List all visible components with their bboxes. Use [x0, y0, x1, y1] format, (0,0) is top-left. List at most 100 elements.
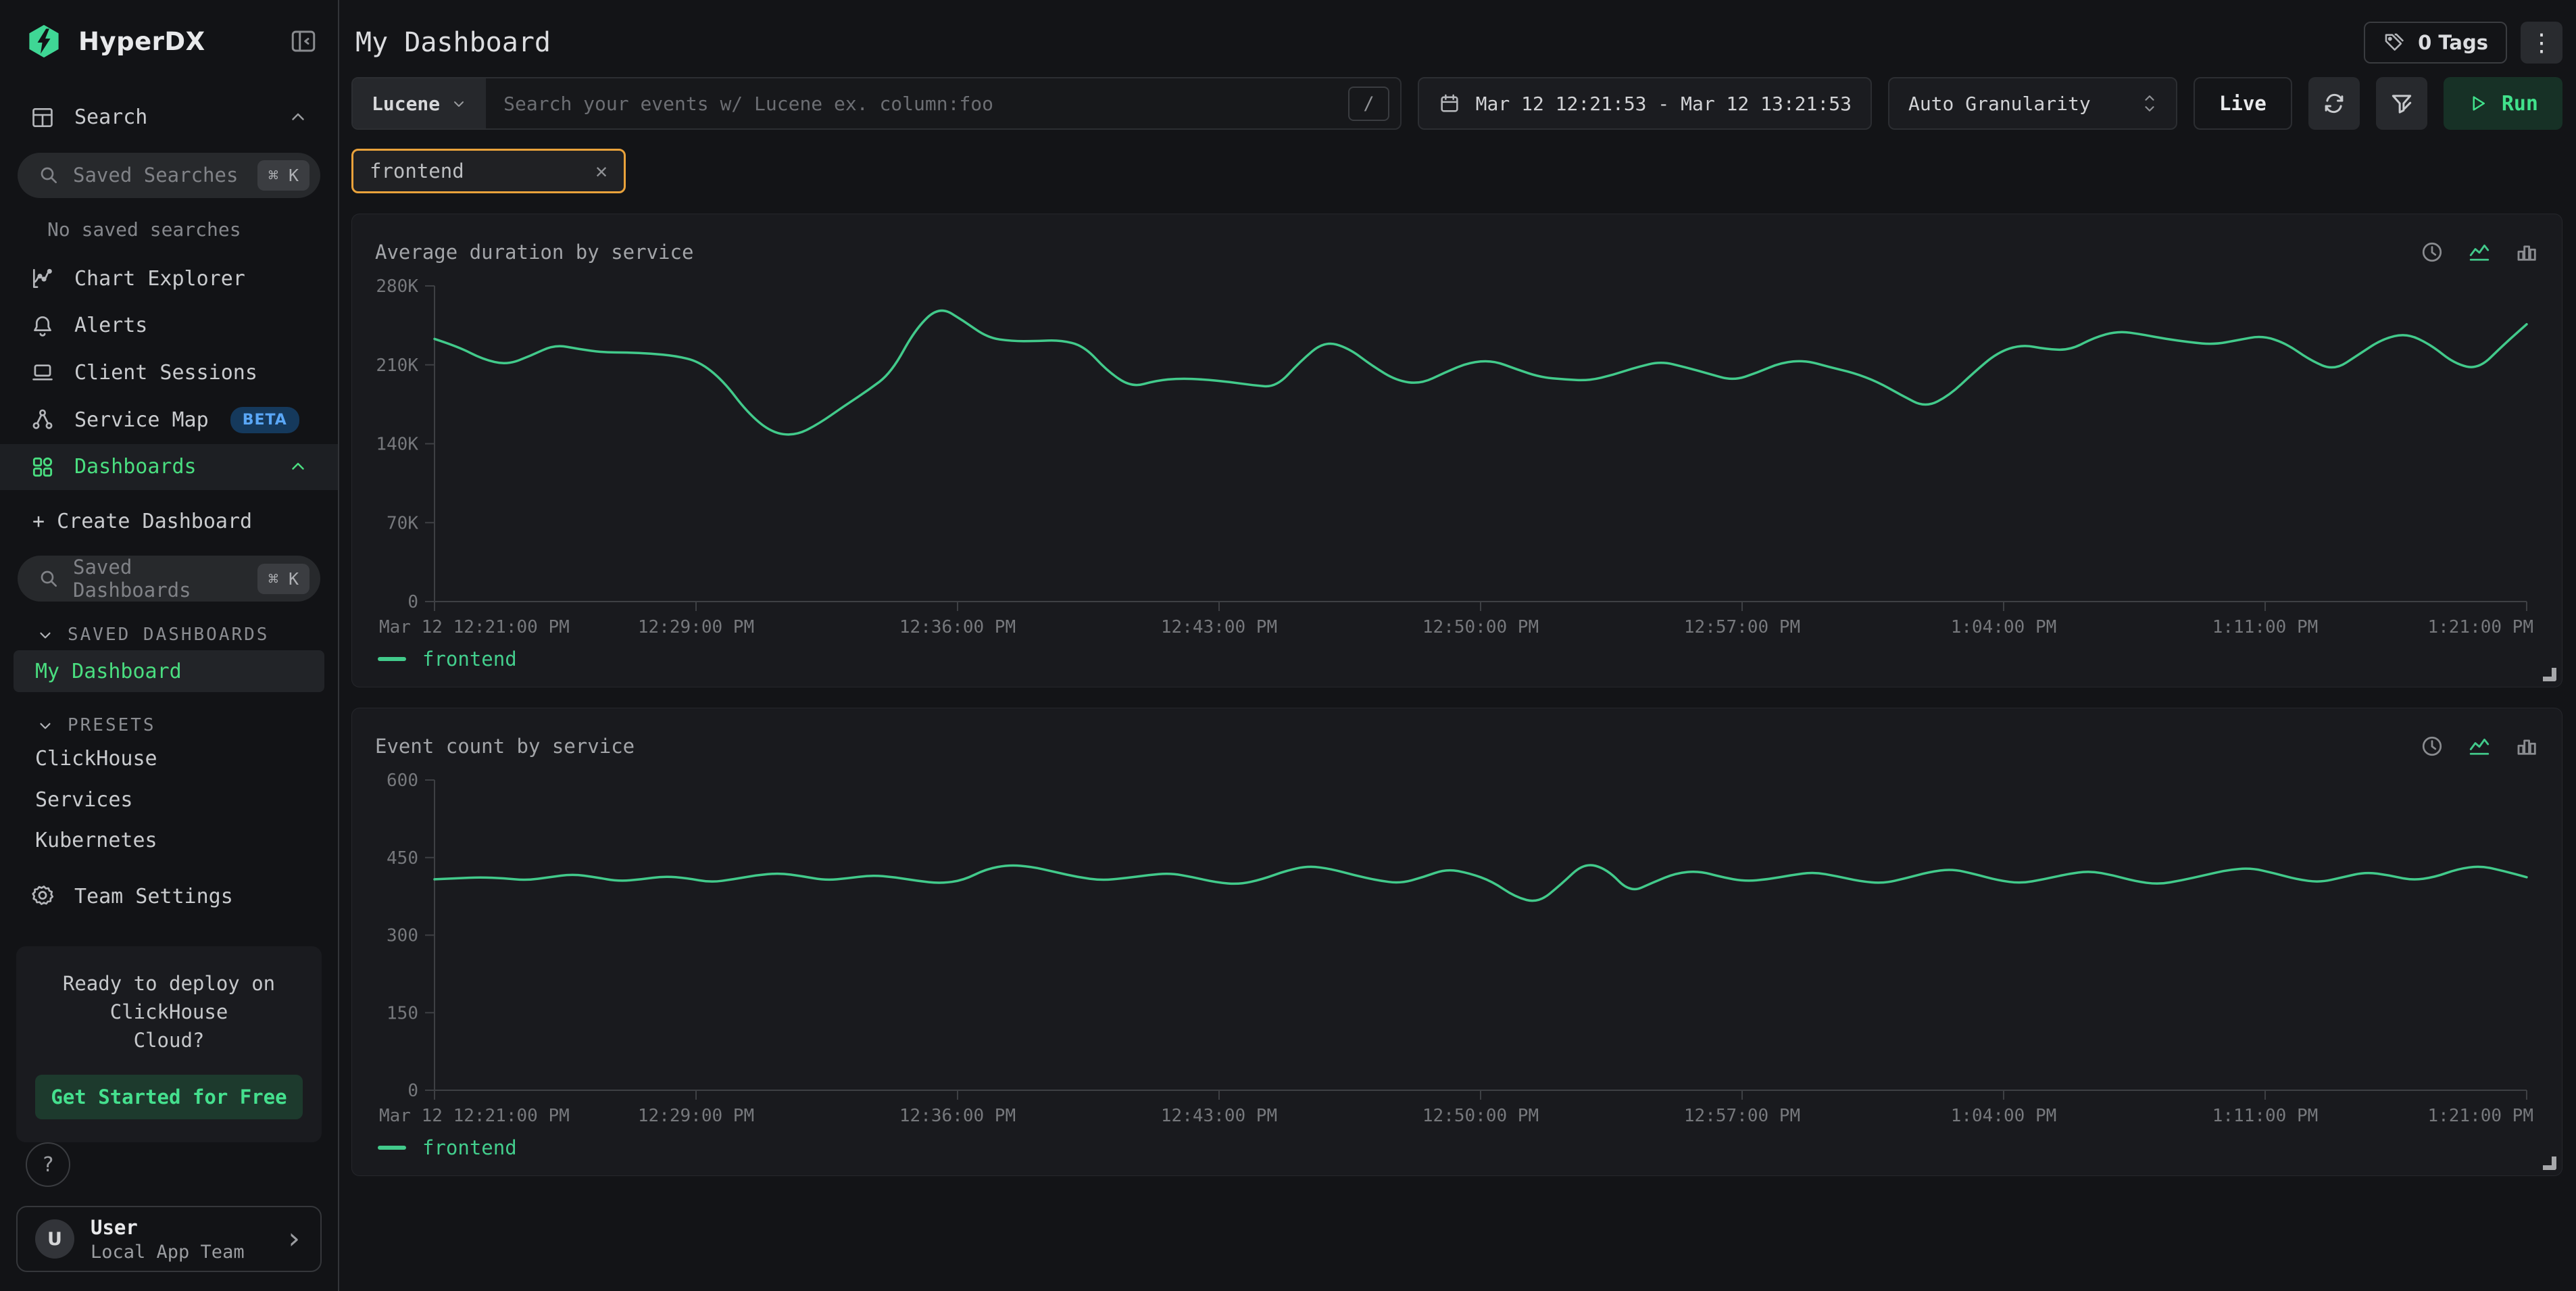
search-input[interactable] [486, 93, 1348, 115]
line-chart-icon[interactable] [2467, 734, 2492, 758]
sidebar-item-my-dashboard[interactable]: My Dashboard [14, 650, 324, 692]
line-chart[interactable]: 0150300450600Mar 12 12:21:00 PM12:29:00 … [375, 765, 2539, 1129]
event-search-bar[interactable]: Lucene / [351, 77, 1402, 130]
card-resize-handle[interactable] [2543, 1156, 2556, 1170]
tags-button[interactable]: 0 Tags [2364, 22, 2507, 64]
filter-button[interactable] [2376, 77, 2427, 130]
sidebar-item-service-map[interactable]: Service Map BETA [0, 397, 338, 443]
legend-series-label[interactable]: frontend [422, 648, 517, 671]
tags-button-label: 0 Tags [2418, 31, 2488, 54]
user-team: Local App Team [91, 1242, 269, 1263]
chevron-up-icon[interactable] [288, 457, 308, 477]
svg-text:0: 0 [407, 1081, 418, 1101]
legend-series-label[interactable]: frontend [422, 1136, 517, 1159]
help-icon: ? [42, 1153, 54, 1177]
chart-type-toggle [2420, 240, 2539, 264]
svg-text:0: 0 [407, 592, 418, 612]
get-started-button[interactable]: Get Started for Free [35, 1075, 303, 1119]
refresh-button[interactable] [2308, 77, 2360, 130]
sidebar-item-kubernetes[interactable]: Kubernetes [14, 823, 324, 859]
kebab-menu-icon: ⋮ [2529, 28, 2554, 57]
section-header-label: PRESETS [68, 715, 156, 735]
chart-card-avg-duration: Average duration by service 070K140K210K… [351, 214, 2562, 687]
beta-badge: BETA [230, 407, 299, 433]
page-header: My Dashboard 0 Tags ⋮ [351, 19, 2562, 66]
chart-type-toggle [2420, 734, 2539, 758]
service-filter-chip[interactable]: frontend ✕ [351, 149, 626, 193]
list-item-label: Kubernetes [35, 829, 157, 852]
saved-dashboards-section-header[interactable]: SAVED DASHBOARDS [36, 625, 338, 645]
user-meta: User Local App Team [91, 1216, 269, 1263]
sidebar-item-label: Dashboards [74, 455, 197, 479]
query-language-label: Lucene [372, 93, 440, 115]
chart-legend: frontend [378, 1136, 2539, 1159]
svg-text:12:50:00 PM: 12:50:00 PM [1422, 1106, 1539, 1126]
create-dashboard-button[interactable]: + Create Dashboard [0, 500, 338, 544]
bar-chart-icon[interactable] [2515, 734, 2539, 758]
dashboard-menu-button[interactable]: ⋮ [2521, 22, 2562, 64]
chip-label: frontend [370, 160, 464, 182]
filter-chip-row: frontend ✕ [351, 149, 2562, 193]
service-map-icon [30, 407, 55, 433]
line-chart-icon[interactable] [2467, 240, 2492, 264]
sidebar-item-services[interactable]: Services [14, 782, 324, 818]
sidebar-collapse-icon[interactable] [289, 27, 318, 55]
sidebar-item-label: Service Map [74, 408, 209, 432]
sidebar-item-clickhouse[interactable]: ClickHouse [14, 741, 324, 777]
svg-text:Mar 12 12:21:00 PM: Mar 12 12:21:00 PM [379, 617, 570, 637]
clock-icon[interactable] [2420, 240, 2444, 264]
main-content: My Dashboard 0 Tags ⋮ Lucene / [339, 0, 2576, 1291]
calendar-icon [1438, 92, 1461, 115]
list-item-label: ClickHouse [35, 747, 157, 771]
run-button-label: Run [2502, 92, 2538, 116]
sidebar-item-alerts[interactable]: Alerts [0, 303, 338, 349]
list-item-label: My Dashboard [35, 660, 182, 683]
sidebar-item-search[interactable]: Search [0, 95, 338, 141]
sidebar-item-chart-explorer[interactable]: Chart Explorer [0, 255, 338, 301]
query-language-select[interactable]: Lucene [353, 78, 486, 128]
chart-card-event-count: Event count by service 0150300450600Mar … [351, 708, 2562, 1176]
svg-text:12:50:00 PM: 12:50:00 PM [1422, 617, 1539, 637]
svg-text:12:36:00 PM: 12:36:00 PM [899, 1106, 1016, 1126]
close-icon[interactable]: ✕ [595, 160, 608, 183]
user-menu[interactable]: U User Local App Team › [16, 1206, 322, 1272]
help-button[interactable]: ? [26, 1142, 70, 1187]
chevron-down-icon [36, 716, 54, 734]
sidebar-item-dashboards[interactable]: Dashboards [0, 444, 338, 490]
svg-text:12:29:00 PM: 12:29:00 PM [638, 1106, 754, 1126]
live-button[interactable]: Live [2194, 77, 2292, 130]
chart-card-header: Event count by service [375, 727, 2539, 765]
chart-explorer-icon [30, 266, 55, 291]
svg-text:12:43:00 PM: 12:43:00 PM [1161, 1106, 1277, 1126]
sidebar-item-client-sessions[interactable]: Client Sessions [0, 350, 338, 396]
bar-chart-icon[interactable] [2515, 240, 2539, 264]
svg-text:12:57:00 PM: 12:57:00 PM [1684, 617, 1800, 637]
svg-text:12:43:00 PM: 12:43:00 PM [1161, 617, 1277, 637]
saved-searches-input[interactable]: Saved Searches ⌘ K [18, 153, 320, 199]
table-icon [30, 105, 55, 130]
section-header-label: SAVED DASHBOARDS [68, 625, 269, 645]
card-resize-handle[interactable] [2543, 668, 2556, 681]
sidebar-item-label: Alerts [74, 314, 147, 337]
sidebar-item-team-settings[interactable]: Team Settings [0, 873, 338, 919]
search-icon [38, 164, 59, 186]
page-title: My Dashboard [351, 27, 2364, 58]
line-chart[interactable]: 070K140K210K280KMar 12 12:21:00 PM12:29:… [375, 271, 2539, 641]
laptop-icon [30, 360, 55, 385]
svg-text:450: 450 [387, 848, 418, 869]
svg-text:1:21:00 PM: 1:21:00 PM [2427, 1106, 2533, 1126]
time-range-value: Mar 12 12:21:53 - Mar 12 13:21:53 [1476, 93, 1852, 115]
hyperdx-logo-icon [26, 23, 62, 59]
presets-section-header[interactable]: PRESETS [36, 715, 338, 735]
slash-shortcut: / [1348, 87, 1389, 121]
run-button[interactable]: Run [2444, 77, 2562, 130]
clock-icon[interactable] [2420, 734, 2444, 758]
granularity-select[interactable]: Auto Granularity [1888, 77, 2177, 130]
clickhouse-cloud-promo-card: Ready to deploy on ClickHouseCloud? Get … [16, 946, 322, 1142]
chevron-down-icon [451, 95, 467, 112]
time-range-picker[interactable]: Mar 12 12:21:53 - Mar 12 13:21:53 [1418, 77, 1872, 130]
saved-dashboards-input[interactable]: Saved Dashboards ⌘ K [18, 556, 320, 602]
refresh-icon [2321, 91, 2347, 116]
sidebar-bottom: ? U User Local App Team › [0, 1142, 338, 1291]
chevron-up-icon[interactable] [288, 107, 308, 128]
